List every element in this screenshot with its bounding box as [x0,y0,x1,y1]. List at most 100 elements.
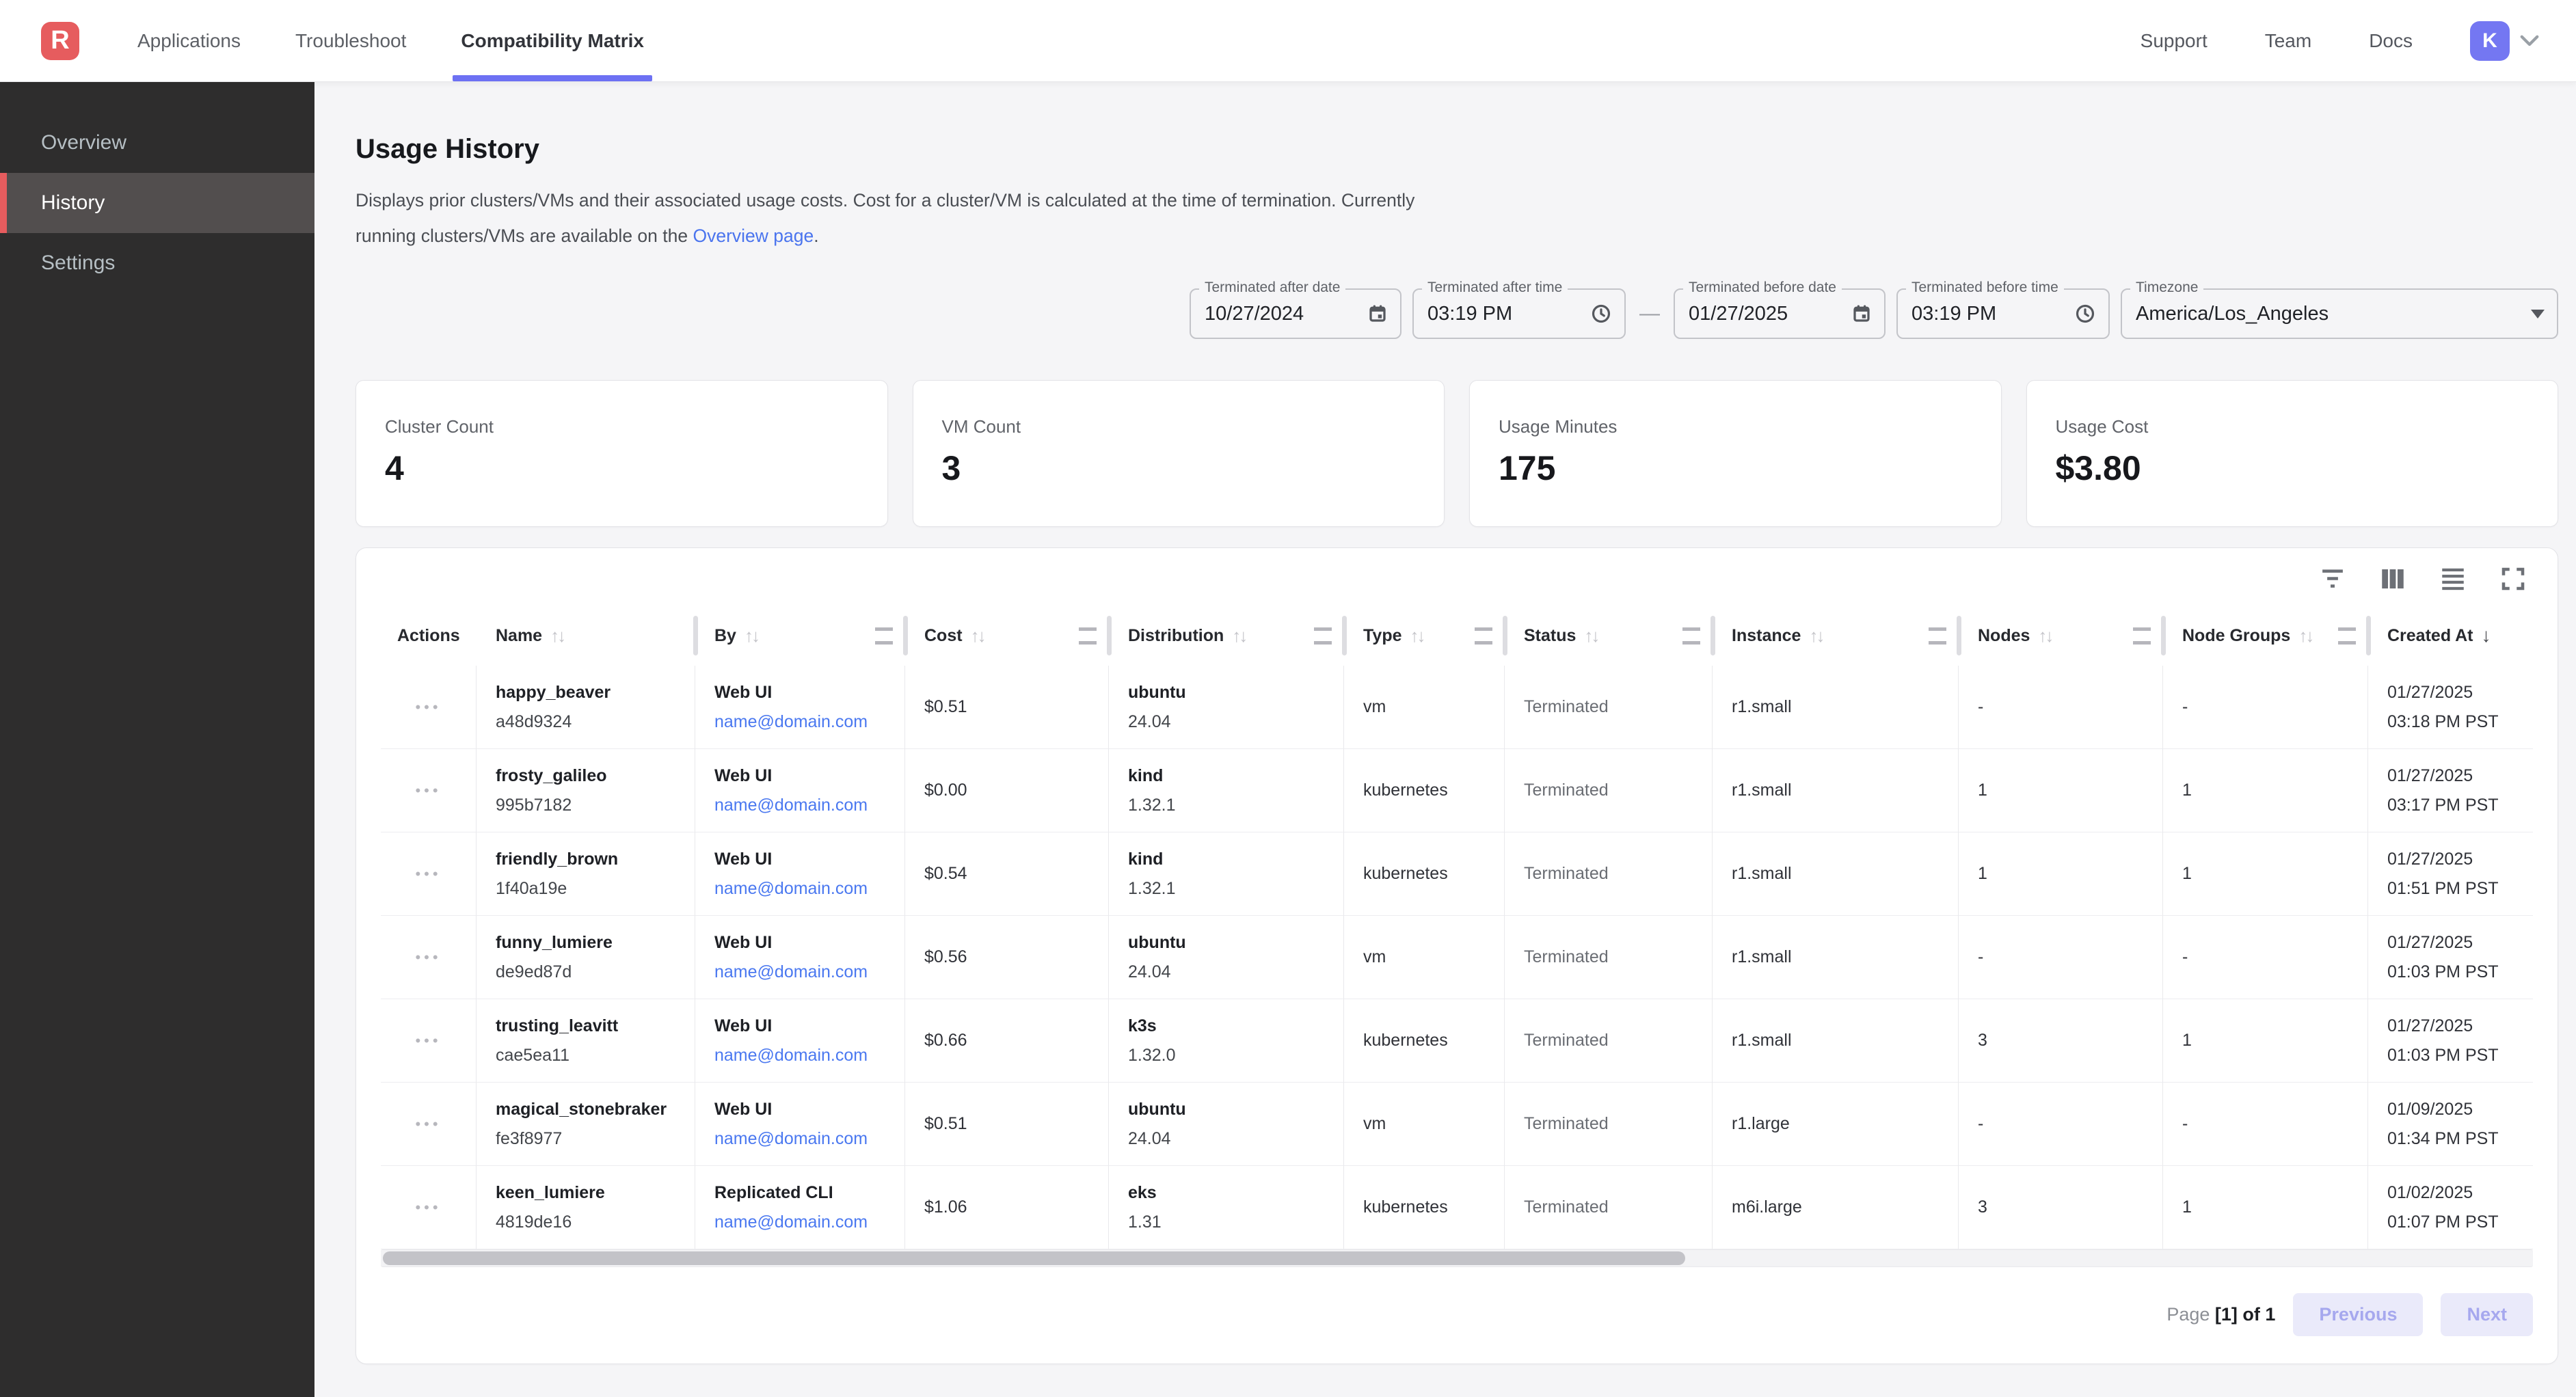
clock-icon[interactable] [1590,303,1612,325]
filter-icon[interactable] [2318,565,2347,593]
terminated-after-date-field[interactable]: Terminated after date 10/27/2024 [1190,288,1401,339]
row-email-link[interactable]: name@domain.com [714,712,904,732]
sort-icon[interactable]: ↑↓ [2298,625,2312,647]
row-actions-button[interactable]: ••• [415,1117,441,1132]
cell-created_at: 01/27/202501:03 PM PST [2368,999,2533,1083]
terminated-after-time-field[interactable]: Terminated after time 03:19 PM [1412,288,1626,339]
row-actions-button[interactable]: ••• [415,700,441,715]
cell-distribution: eks1.31 [1109,1166,1344,1249]
column-menu-icon[interactable] [1929,627,1946,645]
previous-page-button[interactable]: Previous [2293,1293,2423,1336]
column-resize-handle[interactable] [1107,616,1112,655]
terminated-after-date-input[interactable]: 10/27/2024 [1205,303,1304,325]
instance-value: r1.large [1732,1114,1958,1134]
timezone-value[interactable]: America/Los_Angeles [2136,303,2329,325]
sidebar-item-settings[interactable]: Settings [0,233,314,293]
terminated-before-time-field[interactable]: Terminated before time 03:19 PM [1896,288,2110,339]
nav-link-docs[interactable]: Docs [2369,30,2413,52]
cell-type: vm [1344,666,1505,749]
sort-icon[interactable]: ↑↓ [550,625,564,647]
column-header-distribution[interactable]: Distribution↑↓ [1109,606,1344,666]
density-icon[interactable] [2439,565,2467,593]
row-actions-button[interactable]: ••• [415,783,441,798]
terminated-before-date-input[interactable]: 01/27/2025 [1689,303,1788,325]
sort-icon[interactable]: ↑↓ [1232,625,1246,647]
horizontal-scrollbar-thumb[interactable] [383,1251,1685,1265]
select-caret-icon[interactable] [2531,310,2545,318]
next-page-button[interactable]: Next [2441,1293,2533,1336]
row-actions-button[interactable]: ••• [415,867,441,882]
nav-link-support[interactable]: Support [2141,30,2208,52]
sort-icon[interactable]: ↑↓ [1809,625,1823,647]
sort-icon[interactable]: ↑↓ [744,625,758,647]
clock-icon[interactable] [2074,303,2096,325]
sort-icon[interactable]: ↑↓ [1584,625,1598,647]
tab-troubleshoot[interactable]: Troubleshoot [295,0,406,81]
cell-nodes: 1 [1959,749,2163,832]
sort-icon[interactable]: ↑↓ [1410,625,1424,647]
row-actions-button[interactable]: ••• [415,950,441,965]
tab-applications[interactable]: Applications [137,0,241,81]
column-menu-icon[interactable] [1079,627,1097,645]
cell-type: kubernetes [1344,749,1505,832]
terminated-after-time-input[interactable]: 03:19 PM [1427,303,1512,325]
column-header-status[interactable]: Status↑↓ [1505,606,1713,666]
row-email-link[interactable]: name@domain.com [714,1212,904,1232]
column-header-node_groups[interactable]: Node Groups↑↓ [2163,606,2368,666]
nav-link-team[interactable]: Team [2265,30,2311,52]
row-actions-button[interactable]: ••• [415,1033,441,1048]
row-email-link[interactable]: name@domain.com [714,1046,904,1066]
cell-status: Terminated [1505,1166,1713,1249]
column-header-cost[interactable]: Cost↑↓ [905,606,1109,666]
calendar-icon[interactable] [1851,303,1872,324]
column-resize-handle[interactable] [1503,616,1507,655]
cell-cost: $0.54 [905,832,1109,916]
column-header-created_at[interactable]: Created At↓ [2368,606,2533,666]
row-email-link[interactable]: name@domain.com [714,962,904,982]
tab-compatibility-matrix[interactable]: Compatibility Matrix [461,0,644,81]
column-resize-handle[interactable] [903,616,908,655]
row-actions-button[interactable]: ••• [415,1200,441,1215]
sidebar-item-history[interactable]: History [0,173,314,233]
sort-icon[interactable]: ↑↓ [2038,625,2052,647]
column-header-nodes[interactable]: Nodes↑↓ [1959,606,2163,666]
timezone-select[interactable]: Timezone America/Los_Angeles [2121,288,2558,339]
row-email-link[interactable]: name@domain.com [714,796,904,815]
column-resize-handle[interactable] [1710,616,1715,655]
chevron-down-icon[interactable] [2519,33,2540,49]
sort-desc-icon[interactable]: ↓ [2482,625,2491,647]
created-by-source: Web UI [714,1016,904,1036]
terminated-before-time-input[interactable]: 03:19 PM [1911,303,1996,325]
column-menu-icon[interactable] [1682,627,1700,645]
column-header-instance[interactable]: Instance↑↓ [1713,606,1959,666]
cell-distribution: kind1.32.1 [1109,832,1344,916]
column-header-name[interactable]: Name↑↓ [477,606,695,666]
column-resize-handle[interactable] [2366,616,2371,655]
column-resize-handle[interactable] [693,616,698,655]
cell-name: happy_beavera48d9324 [477,666,695,749]
row-email-link[interactable]: name@domain.com [714,879,904,899]
horizontal-scrollbar-track[interactable] [381,1249,2533,1267]
column-resize-handle[interactable] [1957,616,1961,655]
column-resize-handle[interactable] [2161,616,2166,655]
sort-icon[interactable]: ↑↓ [971,625,984,647]
sidebar-item-overview[interactable]: Overview [0,113,314,173]
user-avatar[interactable]: K [2470,21,2510,61]
row-email-link[interactable]: name@domain.com [714,1129,904,1149]
usage-table: ActionsName↑↓By↑↓Cost↑↓Distribution↑↓Typ… [381,606,2533,1249]
column-menu-icon[interactable] [875,627,893,645]
column-menu-icon[interactable] [1475,627,1492,645]
column-menu-icon[interactable] [1314,627,1332,645]
terminated-before-date-field[interactable]: Terminated before date 01/27/2025 [1674,288,1886,339]
column-header-by[interactable]: By↑↓ [695,606,905,666]
column-menu-icon[interactable] [2133,627,2151,645]
overview-page-link[interactable]: Overview page [693,226,814,246]
column-header-type[interactable]: Type↑↓ [1344,606,1505,666]
columns-icon[interactable] [2378,565,2407,593]
column-menu-icon[interactable] [2338,627,2356,645]
replicated-logo[interactable]: R [41,22,79,60]
calendar-icon[interactable] [1367,303,1388,324]
node-groups-value: 1 [2182,864,2367,884]
column-resize-handle[interactable] [1342,616,1347,655]
fullscreen-icon[interactable] [2499,565,2527,593]
